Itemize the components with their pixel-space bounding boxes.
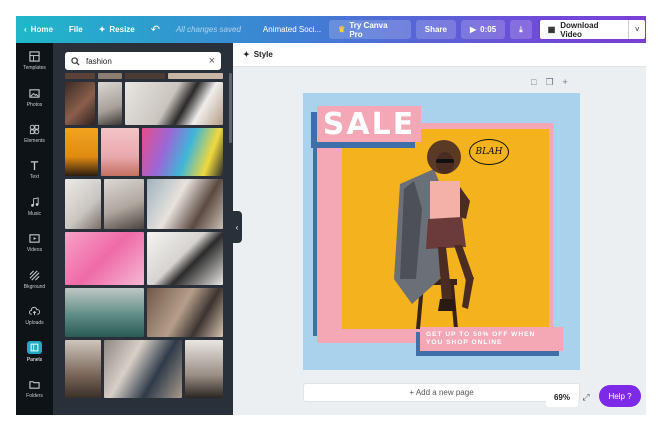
download-icon: ⤓ bbox=[519, 24, 523, 34]
save-status: All changes saved bbox=[175, 25, 241, 34]
photo-thumbnail[interactable] bbox=[65, 179, 101, 229]
fullscreen-icon[interactable]: ⤢ bbox=[578, 388, 594, 407]
side-rail: Templates Photos Elements Text Music Vid… bbox=[16, 43, 53, 415]
context-toolbar: ✦ Style bbox=[233, 43, 646, 67]
search-field[interactable]: fashion × bbox=[65, 52, 221, 70]
photo-thumbnail[interactable] bbox=[65, 73, 95, 79]
download-icon-button[interactable]: ⤓ bbox=[510, 20, 532, 39]
rail-item-templates[interactable]: Templates bbox=[16, 43, 53, 79]
document-title[interactable]: Animated Soci... bbox=[255, 16, 329, 43]
video-icon: ▦ bbox=[547, 25, 556, 34]
rail-item-videos[interactable]: Videos bbox=[16, 225, 53, 261]
photo-thumbnail[interactable] bbox=[65, 340, 101, 398]
panels-icon bbox=[30, 343, 39, 352]
search-icon bbox=[71, 56, 80, 66]
rail-item-music[interactable]: Music bbox=[16, 189, 53, 225]
page-tools: □ ❐ + bbox=[531, 77, 568, 88]
design-canvas[interactable]: BLAH SALE GET UP TO 50% OFF WHEN YOU SHO… bbox=[303, 93, 580, 370]
photo-thumbnail[interactable] bbox=[65, 232, 144, 285]
chevron-left-icon: ‹ bbox=[24, 25, 27, 34]
photo-thumbnail[interactable] bbox=[65, 128, 98, 176]
add-page-icon[interactable]: + bbox=[563, 77, 568, 88]
canva-editor-window: ‹ Home File ✦ Resize ↶ All changes saved… bbox=[16, 16, 646, 415]
sparkle-icon: ✦ bbox=[98, 25, 106, 34]
videos-icon bbox=[29, 234, 40, 243]
photo-thumbnail[interactable] bbox=[98, 73, 122, 79]
photo-thumbnail[interactable] bbox=[98, 82, 122, 125]
play-icon: ▶ bbox=[469, 25, 477, 34]
close-icon[interactable]: × bbox=[209, 55, 215, 67]
try-pro-button[interactable]: ♛ Try Canva Pro bbox=[329, 20, 411, 39]
photo-thumbnail[interactable] bbox=[147, 288, 223, 337]
page-notes-icon[interactable]: □ bbox=[531, 77, 536, 88]
rail-item-folders[interactable]: Folders bbox=[16, 371, 53, 407]
home-button[interactable]: ‹ Home bbox=[16, 16, 61, 43]
photo-thumbnail[interactable] bbox=[104, 340, 182, 398]
rail-item-uploads[interactable]: Uploads bbox=[16, 298, 53, 334]
model-figure-illustration bbox=[394, 140, 474, 329]
photo-thumbnail[interactable] bbox=[147, 232, 223, 285]
photo-panel: fashion × bbox=[53, 43, 233, 415]
resize-button[interactable]: ✦ Resize bbox=[91, 16, 143, 43]
photo-thumbnail[interactable] bbox=[147, 179, 223, 229]
play-button[interactable]: ▶ 0:05 bbox=[460, 20, 506, 39]
undo-button[interactable]: ↶ bbox=[143, 16, 168, 43]
file-menu[interactable]: File bbox=[61, 16, 91, 43]
folders-icon bbox=[29, 380, 40, 389]
collapse-panel-button[interactable]: ‹ bbox=[232, 211, 242, 243]
share-button[interactable]: Share bbox=[415, 20, 456, 39]
text-icon bbox=[30, 161, 39, 171]
photo-thumbnail[interactable] bbox=[65, 82, 95, 125]
photo-thumbnail[interactable] bbox=[142, 128, 223, 176]
promo-text[interactable]: GET UP TO 50% OFF WHEN YOU SHOP ONLINE bbox=[420, 327, 563, 351]
style-button[interactable]: Style bbox=[254, 50, 273, 59]
rail-item-panels[interactable]: Panels bbox=[16, 334, 53, 370]
photo-thumbnail[interactable] bbox=[125, 73, 165, 79]
rail-item-background[interactable]: Bkground bbox=[16, 261, 53, 297]
rail-item-text[interactable]: Text bbox=[16, 152, 53, 188]
duplicate-page-icon[interactable]: ❐ bbox=[545, 77, 553, 88]
chevron-down-icon[interactable]: ˅ bbox=[629, 25, 645, 34]
templates-icon bbox=[29, 51, 40, 62]
photo-thumbnail[interactable] bbox=[104, 179, 144, 229]
rail-item-photos[interactable]: Photos bbox=[16, 79, 53, 115]
sparkle-icon: ✦ bbox=[243, 50, 250, 59]
help-button[interactable]: Help ? bbox=[599, 385, 641, 407]
music-icon bbox=[31, 197, 39, 207]
crown-icon: ♛ bbox=[338, 25, 346, 34]
photo-thumbnail[interactable] bbox=[185, 340, 223, 398]
photos-icon bbox=[29, 88, 40, 98]
zoom-level[interactable]: 69% bbox=[546, 388, 578, 407]
elements-icon bbox=[29, 124, 40, 135]
photo-thumbnail[interactable] bbox=[168, 73, 223, 79]
background-icon bbox=[29, 270, 40, 281]
uploads-icon bbox=[29, 306, 40, 316]
add-page-button[interactable]: + Add a new page bbox=[303, 383, 580, 402]
speech-bubble: BLAH bbox=[469, 139, 509, 165]
panel-scrollbar[interactable] bbox=[229, 73, 232, 143]
sale-heading[interactable]: SALE bbox=[317, 106, 421, 142]
photo-thumbnail[interactable] bbox=[65, 288, 144, 337]
download-video-button[interactable]: ▦ Download Video ˅ bbox=[538, 19, 646, 40]
photo-thumbnail[interactable] bbox=[101, 128, 139, 176]
model-photo[interactable]: BLAH bbox=[342, 129, 549, 329]
search-input[interactable]: fashion bbox=[86, 57, 203, 66]
top-bar: ‹ Home File ✦ Resize ↶ All changes saved… bbox=[16, 16, 646, 43]
rail-item-elements[interactable]: Elements bbox=[16, 116, 53, 152]
photo-thumbnail[interactable] bbox=[125, 82, 223, 125]
